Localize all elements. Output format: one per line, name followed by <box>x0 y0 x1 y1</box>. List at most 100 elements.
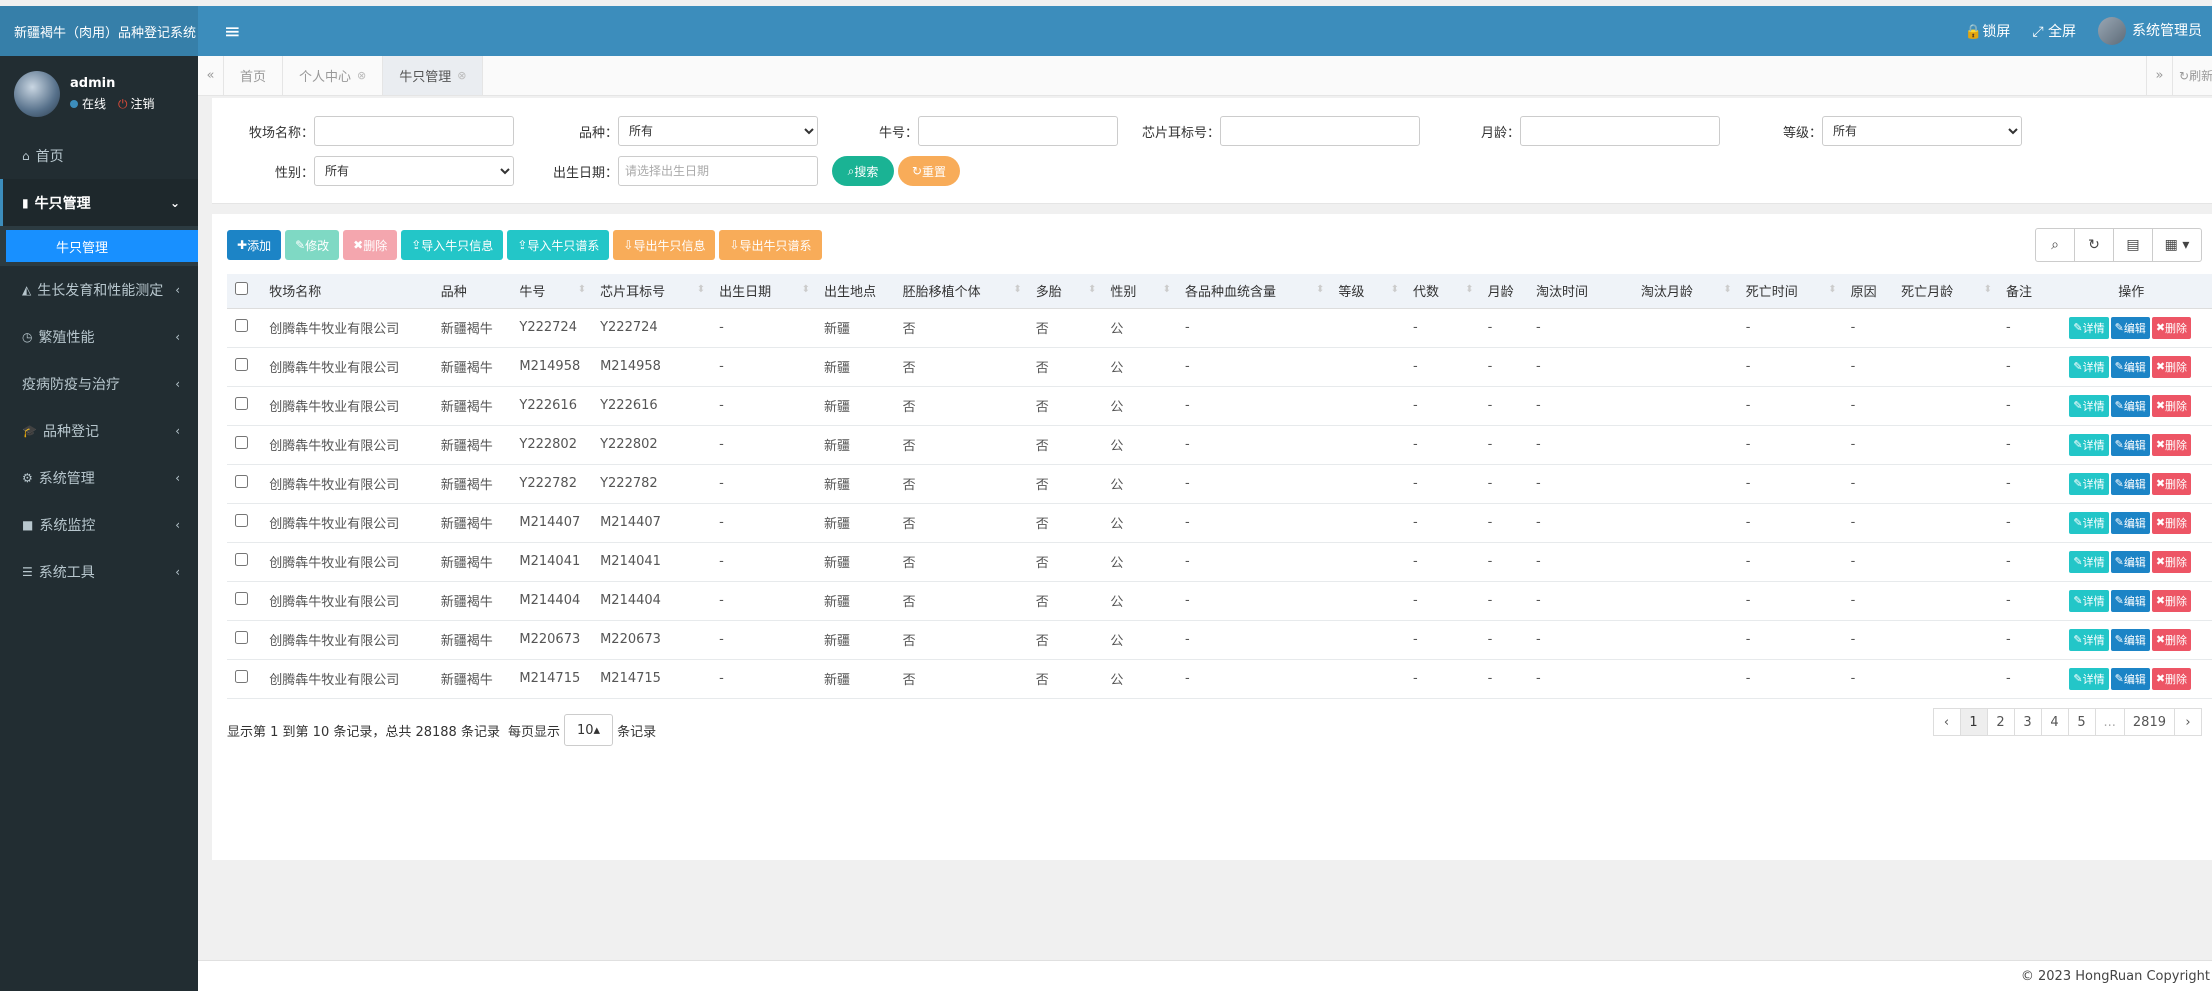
page-button[interactable]: 3 <box>2013 708 2042 736</box>
sidebar-item-tools[interactable]: ☰ 系统工具 ‹ <box>0 548 198 595</box>
detail-button[interactable]: ✎ 详情 <box>2069 550 2109 573</box>
close-icon[interactable]: ⊗ <box>457 69 466 82</box>
row-checkbox[interactable] <box>235 319 248 332</box>
detail-button[interactable]: ✎ 详情 <box>2069 355 2109 378</box>
sidebar-item-breeding[interactable]: ◷ 繁殖性能 ‹ <box>0 313 198 360</box>
modify-button[interactable]: ✎ 修改 <box>285 230 340 260</box>
detail-button[interactable]: ✎ 详情 <box>2069 433 2109 456</box>
edit-button[interactable]: ✎ 编辑 <box>2110 472 2150 495</box>
import-pedigree-button[interactable]: ⇪ 导入牛只谱系 <box>507 230 610 260</box>
tab-home[interactable]: 首页 <box>224 56 284 95</box>
search-button[interactable]: ⌕ 搜索 <box>832 156 894 186</box>
sidebar-item-growth[interactable]: ◭ 生长发育和性能测定 ‹ <box>0 266 198 313</box>
row-delete-button[interactable]: ✖ 删除 <box>2151 394 2192 417</box>
card-view-button[interactable]: ▤ <box>2113 228 2153 262</box>
column-header[interactable]: 死亡时间 ⬍ <box>1737 274 1843 309</box>
page-size-dropdown[interactable]: 10 ▴ <box>563 714 614 746</box>
column-header[interactable]: 代数 ⬍ <box>1404 274 1480 309</box>
page-button[interactable]: 5 <box>2067 708 2096 736</box>
page-button[interactable]: 1 <box>1959 708 1988 736</box>
row-delete-button[interactable]: ✖ 删除 <box>2151 550 2192 573</box>
row-checkbox[interactable] <box>235 631 248 644</box>
column-header[interactable]: 淘汰月龄 ⬍ <box>1632 274 1738 309</box>
row-checkbox[interactable] <box>235 358 248 371</box>
month-age-input[interactable] <box>1520 116 1720 146</box>
select-all-checkbox[interactable] <box>235 282 248 296</box>
import-info-button[interactable]: ⇪ 导入牛只信息 <box>401 230 504 260</box>
detail-button[interactable]: ✎ 详情 <box>2069 511 2109 534</box>
sidebar-item-registration[interactable]: 🎓 品种登记 ‹ <box>0 407 198 454</box>
sex-select[interactable]: 所有 <box>314 156 514 186</box>
refresh-tab-button[interactable]: ↻ 刷新 <box>2172 56 2212 95</box>
logout-link[interactable]: ⏻ 注销 <box>118 95 155 112</box>
edit-button[interactable]: ✎ 编辑 <box>2110 433 2150 456</box>
sidebar-item-disease[interactable]: 疫病防疫与治疗 ‹ <box>0 360 198 407</box>
row-checkbox[interactable] <box>235 436 248 449</box>
row-checkbox[interactable] <box>235 397 248 410</box>
row-delete-button[interactable]: ✖ 删除 <box>2151 589 2192 612</box>
fullscreen-button[interactable]: ⤢ 全屏 <box>2032 21 2076 41</box>
reset-button[interactable]: ↻ 重置 <box>898 156 960 186</box>
page-button[interactable]: 4 <box>2040 708 2069 736</box>
detail-button[interactable]: ✎ 详情 <box>2069 472 2109 495</box>
sidebar-item-cattle-management[interactable]: ▮ 牛只管理 ⌄ <box>0 179 198 226</box>
edit-button[interactable]: ✎ 编辑 <box>2110 316 2150 339</box>
app-logo[interactable]: 新疆褐牛（肉用）品种登记系统 <box>0 6 198 56</box>
tab-profile[interactable]: 个人中心 ⊗ <box>283 56 384 95</box>
tab-scroll-left-button[interactable]: « <box>198 56 224 95</box>
add-button[interactable]: ✚ 添加 <box>227 230 282 260</box>
column-header[interactable]: 各品种血统含量 ⬍ <box>1177 274 1331 309</box>
column-header[interactable]: 死亡月龄 ⬍ <box>1893 274 1998 309</box>
export-pedigree-button[interactable]: ⇩ 导出牛只谱系 <box>719 230 822 260</box>
grade-select[interactable]: 所有 <box>1822 116 2022 146</box>
edit-button[interactable]: ✎ 编辑 <box>2110 589 2150 612</box>
prev-page-button[interactable]: ‹ <box>1932 708 1961 736</box>
refresh-button[interactable]: ↻ <box>2074 228 2114 262</box>
close-icon[interactable]: ⊗ <box>357 69 366 82</box>
column-header[interactable]: 等级 ⬍ <box>1330 274 1405 309</box>
column-header[interactable]: 牛号 ⬍ <box>511 274 593 309</box>
row-checkbox[interactable] <box>235 514 248 527</box>
birth-date-input[interactable] <box>618 156 818 186</box>
page-button[interactable]: 2 <box>1986 708 2015 736</box>
detail-button[interactable]: ✎ 详情 <box>2069 316 2109 339</box>
column-header[interactable]: 出生日期 ⬍ <box>711 274 816 309</box>
tab-scroll-right-button[interactable]: » <box>2146 56 2172 95</box>
chip-tag-input[interactable] <box>1220 116 1420 146</box>
detail-button[interactable]: ✎ 详情 <box>2069 667 2109 690</box>
row-delete-button[interactable]: ✖ 删除 <box>2151 472 2192 495</box>
sidebar-subitem-cattle-management[interactable]: 牛只管理 <box>6 230 198 262</box>
edit-button[interactable]: ✎ 编辑 <box>2110 511 2150 534</box>
breed-select[interactable]: 所有 <box>618 116 818 146</box>
column-header[interactable]: 多胎 ⬍ <box>1027 274 1103 309</box>
edit-button[interactable]: ✎ 编辑 <box>2110 394 2150 417</box>
sidebar-item-home[interactable]: ⌂ 首页 <box>0 132 198 179</box>
tab-cattle-management[interactable]: 牛只管理 ⊗ <box>383 56 484 95</box>
sidebar-item-monitor[interactable]: ■ 系统监控 ‹ <box>0 501 198 548</box>
row-delete-button[interactable]: ✖ 删除 <box>2151 667 2192 690</box>
column-header[interactable]: 性别 ⬍ <box>1102 274 1178 309</box>
lock-screen-button[interactable]: 🔒锁屏 <box>1965 21 2010 41</box>
row-checkbox[interactable] <box>235 592 248 605</box>
row-checkbox[interactable] <box>235 670 248 683</box>
search-toggle-button[interactable]: ⌕ <box>2035 228 2075 262</box>
export-info-button[interactable]: ⇩ 导出牛只信息 <box>613 230 716 260</box>
delete-button[interactable]: ✖ 删除 <box>343 230 398 260</box>
detail-button[interactable]: ✎ 详情 <box>2069 394 2109 417</box>
detail-button[interactable]: ✎ 详情 <box>2069 589 2109 612</box>
column-header[interactable]: 胚胎移植个体 ⬍ <box>894 274 1028 309</box>
farm-name-input[interactable] <box>314 116 514 146</box>
row-delete-button[interactable]: ✖ 删除 <box>2151 511 2192 534</box>
column-header[interactable]: 芯片耳标号 ⬍ <box>592 274 712 309</box>
columns-button[interactable]: ▦ ▾ <box>2152 228 2202 262</box>
sidebar-item-system[interactable]: ⚙ 系统管理 ‹ <box>0 454 198 501</box>
sidebar-toggle-icon[interactable]: ≡ <box>224 19 241 43</box>
edit-button[interactable]: ✎ 编辑 <box>2110 355 2150 378</box>
user-menu[interactable]: 系统管理员 <box>2098 17 2202 45</box>
row-checkbox[interactable] <box>235 553 248 566</box>
row-checkbox[interactable] <box>235 475 248 488</box>
detail-button[interactable]: ✎ 详情 <box>2069 628 2109 651</box>
edit-button[interactable]: ✎ 编辑 <box>2110 550 2150 573</box>
row-delete-button[interactable]: ✖ 删除 <box>2151 355 2192 378</box>
edit-button[interactable]: ✎ 编辑 <box>2110 667 2150 690</box>
